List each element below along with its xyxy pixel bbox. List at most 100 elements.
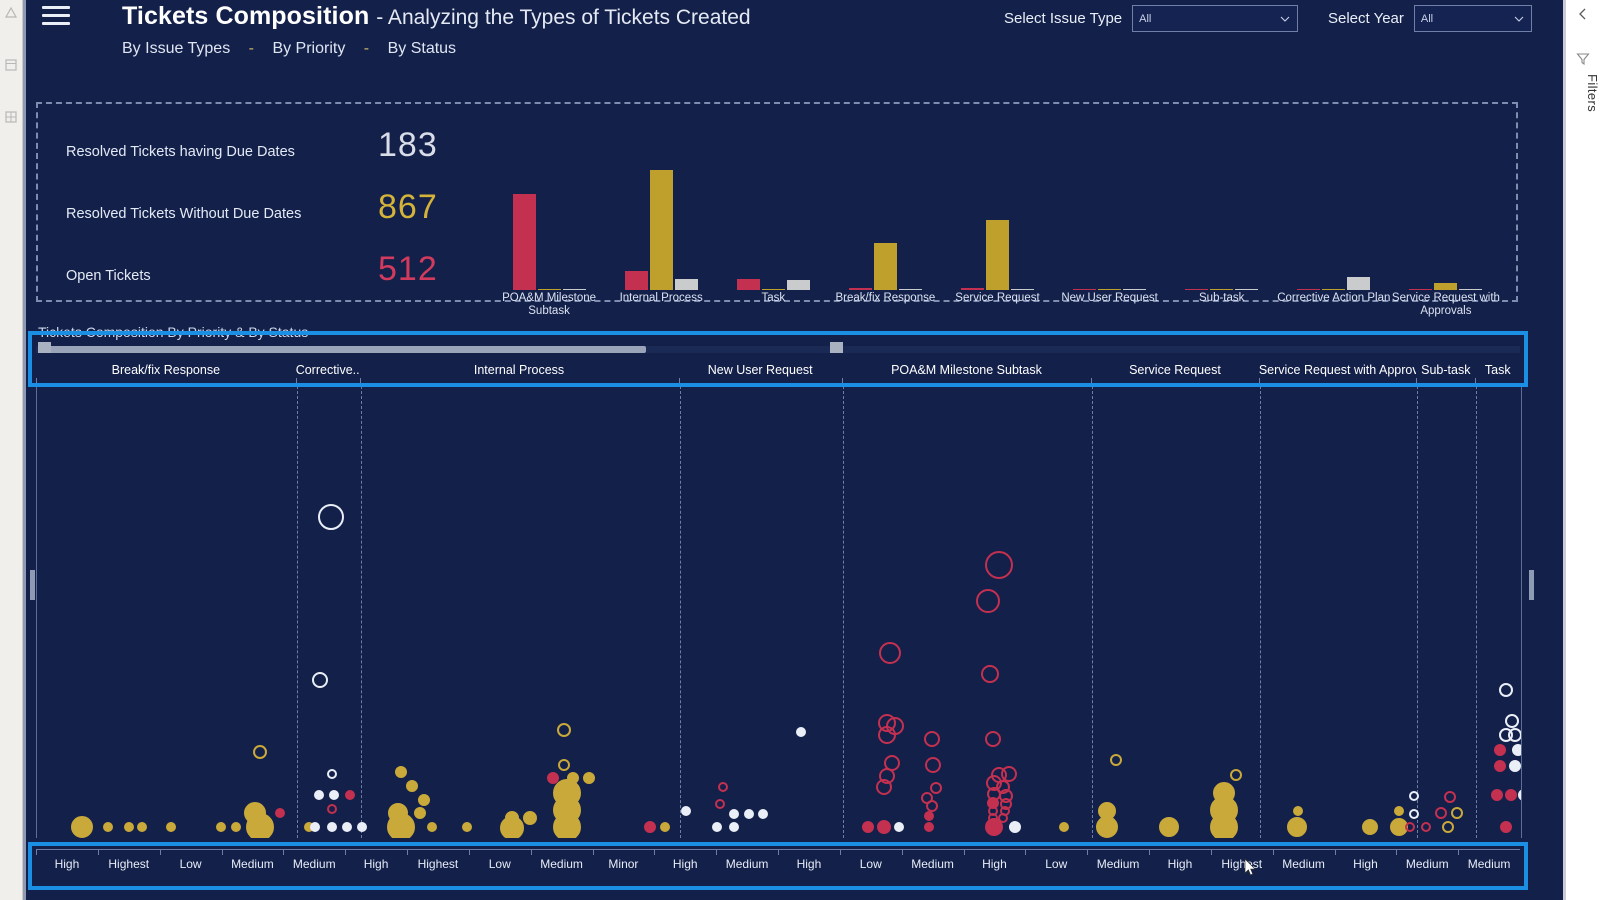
- scatter-point[interactable]: [714, 799, 725, 810]
- scatter-point[interactable]: [659, 821, 670, 832]
- scatter-point[interactable]: [876, 779, 893, 796]
- data-table-icon[interactable]: [4, 110, 18, 124]
- scatter-point[interactable]: [1512, 743, 1521, 756]
- bar-group[interactable]: Task: [717, 170, 829, 304]
- scatter-point[interactable]: [1095, 815, 1118, 838]
- bar-segment[interactable]: [1098, 288, 1122, 290]
- scatter-point[interactable]: [342, 821, 353, 832]
- scatter-point[interactable]: [1505, 714, 1520, 729]
- scatter-point[interactable]: [1404, 821, 1415, 832]
- bar-group[interactable]: Break/fix Response: [829, 170, 941, 304]
- scatter-point[interactable]: [1293, 805, 1304, 816]
- bar-segment[interactable]: [537, 288, 561, 290]
- bar-segment[interactable]: [649, 170, 673, 290]
- nav-by-status[interactable]: By Status: [388, 40, 456, 57]
- bar-segment[interactable]: [848, 287, 872, 290]
- priority-status-scatter-visual[interactable]: Tickets Composition By Priority & By Sta…: [28, 324, 1534, 892]
- scatter-point[interactable]: [309, 821, 320, 832]
- scatter-point[interactable]: [275, 808, 286, 819]
- hamburger-icon[interactable]: [42, 6, 70, 28]
- scatter-point[interactable]: [317, 504, 344, 531]
- bar-segment[interactable]: [1185, 288, 1209, 290]
- scatter-point[interactable]: [680, 805, 691, 816]
- scatter-point[interactable]: [1210, 812, 1239, 838]
- left-navigation-rail[interactable]: [0, 0, 23, 900]
- bar-segment[interactable]: [624, 270, 648, 290]
- bar-group[interactable]: Service Request with Approvals: [1390, 170, 1502, 317]
- scatter-point[interactable]: [356, 821, 367, 832]
- scatter-point[interactable]: [877, 819, 892, 834]
- scatter-point[interactable]: [923, 811, 934, 822]
- scatter-point[interactable]: [1434, 807, 1447, 820]
- scatter-point[interactable]: [230, 821, 241, 832]
- report-page-icon[interactable]: [4, 58, 18, 72]
- scatter-point[interactable]: [1008, 820, 1021, 833]
- scatter-point[interactable]: [1517, 789, 1521, 802]
- bar-segment[interactable]: [1459, 288, 1483, 290]
- scatter-point[interactable]: [1159, 816, 1180, 837]
- bar-segment[interactable]: [1235, 288, 1259, 290]
- scatter-point[interactable]: [328, 790, 339, 801]
- scatter-point[interactable]: [1058, 821, 1069, 832]
- scatter-point[interactable]: [711, 821, 722, 832]
- scatter-point[interactable]: [327, 803, 338, 814]
- slicer-issue-type-dropdown[interactable]: All: [1132, 5, 1299, 32]
- scatter-point[interactable]: [1494, 759, 1507, 772]
- vertical-scrollbar-left[interactable]: [30, 570, 35, 600]
- scatter-point[interactable]: [984, 731, 1001, 748]
- scatter-point[interactable]: [1509, 759, 1521, 772]
- scatter-point[interactable]: [552, 812, 581, 838]
- scatter-point[interactable]: [1504, 789, 1517, 802]
- bar-segment[interactable]: [1347, 276, 1371, 290]
- scatter-point[interactable]: [1361, 818, 1378, 835]
- chevron-down-icon[interactable]: [1280, 16, 1290, 22]
- scatter-point[interactable]: [313, 790, 324, 801]
- bar-group[interactable]: Corrective Action Plan: [1277, 170, 1390, 304]
- chevron-left-icon[interactable]: [1575, 6, 1591, 22]
- scatter-point[interactable]: [394, 766, 407, 779]
- bar-segment[interactable]: [1123, 288, 1147, 290]
- bar-segment[interactable]: [1010, 288, 1034, 290]
- scatter-point[interactable]: [1443, 791, 1456, 804]
- scatter-point[interactable]: [165, 821, 176, 832]
- bar-segment[interactable]: [1073, 288, 1097, 290]
- scatter-point[interactable]: [930, 782, 943, 795]
- bar-segment[interactable]: [960, 287, 984, 290]
- bar-segment[interactable]: [1322, 288, 1346, 290]
- issue-type-bar-chart[interactable]: POA&M Milestone Subtask Internal Process T…: [493, 118, 1502, 317]
- scatter-point[interactable]: [556, 722, 571, 737]
- bar-segment[interactable]: [674, 279, 698, 290]
- scatter-point[interactable]: [522, 810, 537, 825]
- scatter-point[interactable]: [643, 820, 656, 833]
- scatter-point[interactable]: [1500, 820, 1513, 833]
- scatter-point[interactable]: [796, 726, 807, 737]
- scatter-point[interactable]: [1421, 821, 1432, 832]
- scatter-point[interactable]: [327, 821, 338, 832]
- bar-segment[interactable]: [1297, 288, 1321, 290]
- scatter-point[interactable]: [386, 812, 415, 838]
- scatter-point[interactable]: [557, 758, 570, 771]
- scatter-point[interactable]: [406, 780, 419, 793]
- filters-panel-collapsed[interactable]: Filters: [1566, 0, 1600, 900]
- scatter-point[interactable]: [729, 821, 740, 832]
- scatter-plot-area[interactable]: [36, 386, 1522, 838]
- scatter-point[interactable]: [413, 807, 426, 820]
- scatter-point[interactable]: [1230, 768, 1243, 781]
- bar-segment[interactable]: [786, 280, 810, 290]
- scatter-point[interactable]: [878, 725, 897, 744]
- bar-group[interactable]: Sub-task: [1166, 170, 1278, 304]
- funnel-icon[interactable]: [1576, 52, 1590, 66]
- scatter-point[interactable]: [923, 821, 934, 832]
- scatter-point[interactable]: [345, 790, 356, 801]
- bar-group[interactable]: New User Request: [1054, 170, 1166, 304]
- scatter-point[interactable]: [894, 821, 905, 832]
- scatter-point[interactable]: [70, 815, 93, 838]
- vertical-scrollbar-right[interactable]: [1529, 570, 1534, 600]
- scatter-point[interactable]: [862, 820, 875, 833]
- bar-segment[interactable]: [985, 220, 1009, 290]
- scatter-point[interactable]: [1394, 805, 1405, 816]
- scatter-point[interactable]: [1286, 816, 1307, 837]
- scatter-point[interactable]: [976, 588, 1001, 613]
- bar-segment[interactable]: [1434, 282, 1458, 290]
- scatter-point[interactable]: [1442, 820, 1455, 833]
